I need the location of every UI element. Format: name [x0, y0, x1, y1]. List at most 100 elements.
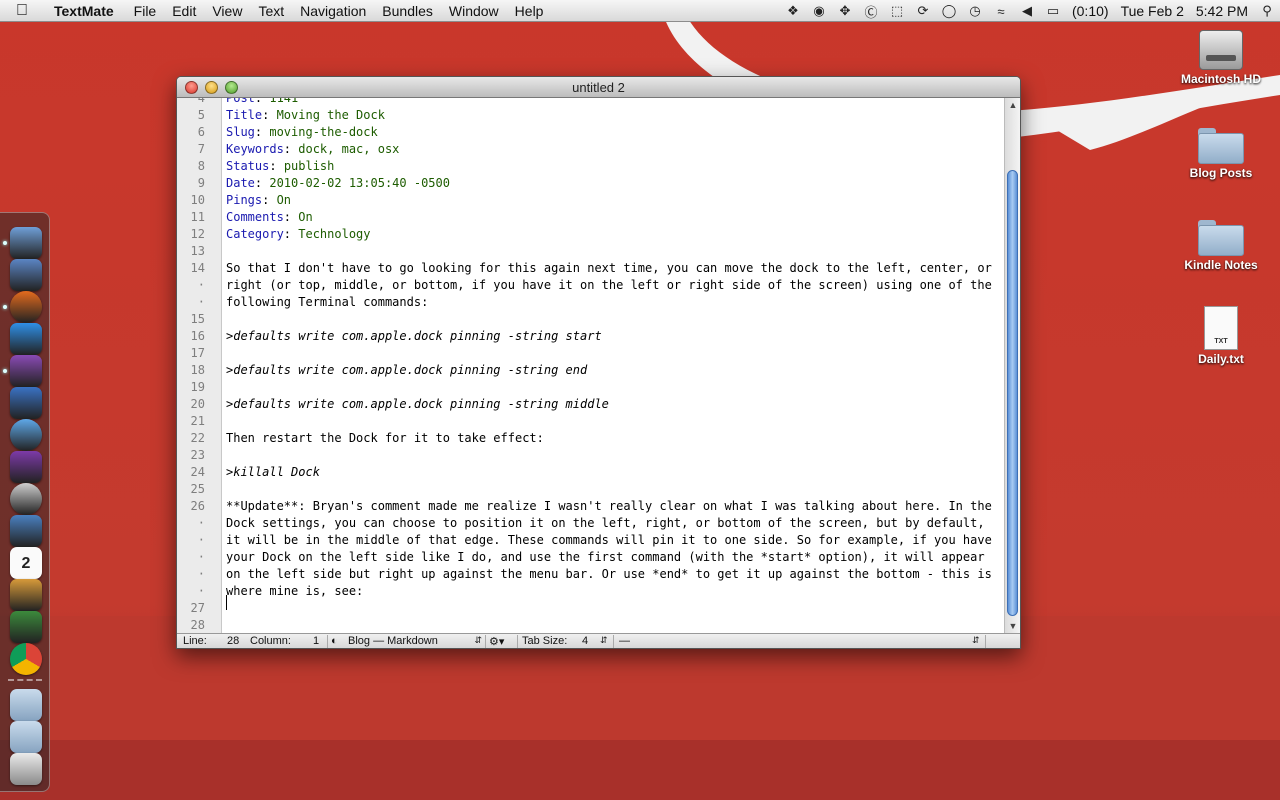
app-icon[interactable]: [10, 451, 42, 483]
line-number: 5: [197, 108, 205, 122]
metadata-separator: :: [283, 210, 299, 224]
line-number: 26: [190, 499, 205, 513]
editor-line: So that I don't have to go looking for t…: [226, 261, 992, 275]
popup-arrows-icon: ⇵: [474, 635, 482, 645]
metadata-key: Status: [226, 159, 270, 173]
metadata-separator: :: [262, 108, 277, 122]
metadata-value: Moving the Dock: [276, 108, 385, 122]
line-number: ·: [197, 567, 205, 581]
desktop-icon-daily-txt[interactable]: TXT Daily.txt: [1166, 306, 1276, 366]
line-label: Line:: [183, 635, 207, 647]
menu-window[interactable]: Window: [441, 3, 507, 19]
scroll-up-arrow-icon[interactable]: ▲: [1005, 98, 1020, 112]
popup-arrows-icon[interactable]: ⇵: [600, 635, 608, 646]
editor-line: Comments: On: [226, 209, 313, 226]
volume-icon[interactable]: ◀: [1016, 2, 1038, 20]
textmate-icon[interactable]: [10, 355, 42, 387]
evernote-menu-icon[interactable]: Ⓒ: [860, 2, 882, 20]
editor-line: >killall Dock: [226, 465, 320, 479]
ical-icon[interactable]: 2: [10, 547, 42, 579]
scroll-down-arrow-icon[interactable]: ▼: [1005, 619, 1020, 633]
vertical-scrollbar[interactable]: ▲ ▼: [1004, 98, 1020, 633]
metadata-separator: :: [254, 125, 270, 139]
app-menu[interactable]: TextMate: [44, 3, 126, 19]
language-popup[interactable]: Blog — Markdown ⇵: [348, 635, 482, 647]
window-title: untitled 2: [572, 80, 625, 95]
ie-icon[interactable]: [10, 483, 42, 515]
gear-icon[interactable]: ⚙▾: [489, 635, 504, 648]
symbol-popup[interactable]: —: [619, 635, 630, 647]
metadata-separator: :: [283, 227, 299, 241]
line-number: 10: [190, 193, 205, 207]
menu-view[interactable]: View: [204, 3, 250, 19]
finder-icon[interactable]: [10, 227, 42, 259]
dropbox-icon[interactable]: ❖: [782, 2, 804, 20]
menu-help[interactable]: Help: [507, 3, 552, 19]
apple-menu-icon[interactable]: : [0, 2, 44, 20]
clock-date[interactable]: Tue Feb 2: [1121, 3, 1184, 19]
battery-time[interactable]: (0:10): [1072, 3, 1109, 19]
quicksilver-icon[interactable]: ◉: [808, 2, 830, 20]
line-number: 16: [190, 329, 205, 343]
preview-icon[interactable]: [10, 259, 42, 291]
line-number: 27: [190, 601, 205, 615]
metadata-separator: :: [254, 98, 270, 105]
metadata-separator: :: [262, 193, 277, 207]
books-icon[interactable]: [10, 579, 42, 611]
metadata-key: Post: [226, 98, 255, 105]
ichat-status-icon[interactable]: ◯: [938, 2, 960, 20]
line-number: 20: [190, 397, 205, 411]
running-indicator: [3, 241, 7, 245]
time-machine-icon[interactable]: ◷: [964, 2, 986, 20]
line-number: ·: [197, 584, 205, 598]
editor-content[interactable]: Post: 1141 Title: Moving the Dock Slug: mo…: [226, 98, 1006, 633]
evernote-icon[interactable]: [10, 611, 42, 643]
tab-size-label: Tab Size:: [522, 635, 568, 647]
menu-file[interactable]: File: [126, 3, 165, 19]
metadata-key: Comments: [226, 210, 284, 224]
stack-folder-icon[interactable]: [10, 689, 42, 721]
stack-downloads-icon[interactable]: [10, 721, 42, 753]
sync-icon[interactable]: ⟳: [912, 2, 934, 20]
desktop-icon-macintosh-hd[interactable]: Macintosh HD: [1166, 30, 1276, 86]
wifi-icon[interactable]: ≈: [990, 2, 1012, 20]
language-label: Blog — Markdown: [348, 635, 438, 647]
metadata-value: 2010-02-02 13:05:40 -0500: [269, 176, 450, 190]
line-number: 13: [190, 244, 205, 258]
battery-icon[interactable]: ▭: [1042, 2, 1064, 20]
itunes-icon[interactable]: [10, 419, 42, 451]
folder-icon: [1198, 128, 1244, 164]
spotlight-icon[interactable]: ⚲: [1256, 2, 1278, 20]
tab-size-value[interactable]: 4: [582, 635, 588, 647]
metadata-key: Category: [226, 227, 284, 241]
line-number: 23: [190, 448, 205, 462]
editor-line: >defaults write com.apple.dock pinning -…: [226, 363, 588, 377]
move-icon[interactable]: ✥: [834, 2, 856, 20]
metadata-key: Slug: [226, 125, 255, 139]
editor-line: Slug: moving-the-dock: [226, 124, 378, 141]
title-bar[interactable]: untitled 2: [177, 77, 1020, 98]
firefox-icon[interactable]: [10, 291, 42, 323]
menu-extras: ❖ ◉ ✥ Ⓒ ⬚ ⟳ ◯ ◷ ≈ ◀ ▭ (0:10) Tue Feb 2 5…: [780, 0, 1280, 22]
line-number: 4: [197, 98, 205, 105]
menu-text[interactable]: Text: [250, 3, 292, 19]
screenshot-icon[interactable]: ⬚: [886, 2, 908, 20]
ical-tasks-icon[interactable]: [10, 387, 42, 419]
running-indicator: [3, 369, 7, 373]
clock-time[interactable]: 5:42 PM: [1196, 3, 1248, 19]
scroll-thumb[interactable]: [1007, 170, 1018, 616]
editor-line: following Terminal commands:: [226, 295, 429, 309]
iphoto-icon[interactable]: [10, 515, 42, 547]
editor-line: Dock settings, you can choose to positio…: [226, 516, 985, 530]
ichat-icon[interactable]: [10, 323, 42, 355]
ical-day: 2: [21, 555, 31, 572]
menu-navigation[interactable]: Navigation: [292, 3, 374, 19]
text-editor[interactable]: 4 5 6 7 8 9 10 11 12 13 14 · · 15 16 17 18 19 20 21 22 23 24 25…: [177, 98, 1006, 633]
popup-arrows-icon[interactable]: ⇵: [972, 635, 980, 646]
chrome-icon[interactable]: [10, 643, 42, 675]
desktop-icon-kindle-notes[interactable]: Kindle Notes: [1166, 220, 1276, 272]
trash-icon[interactable]: [10, 753, 42, 785]
desktop-icon-blog-posts[interactable]: Blog Posts: [1166, 128, 1276, 180]
menu-bundles[interactable]: Bundles: [374, 3, 441, 19]
menu-edit[interactable]: Edit: [164, 3, 204, 19]
